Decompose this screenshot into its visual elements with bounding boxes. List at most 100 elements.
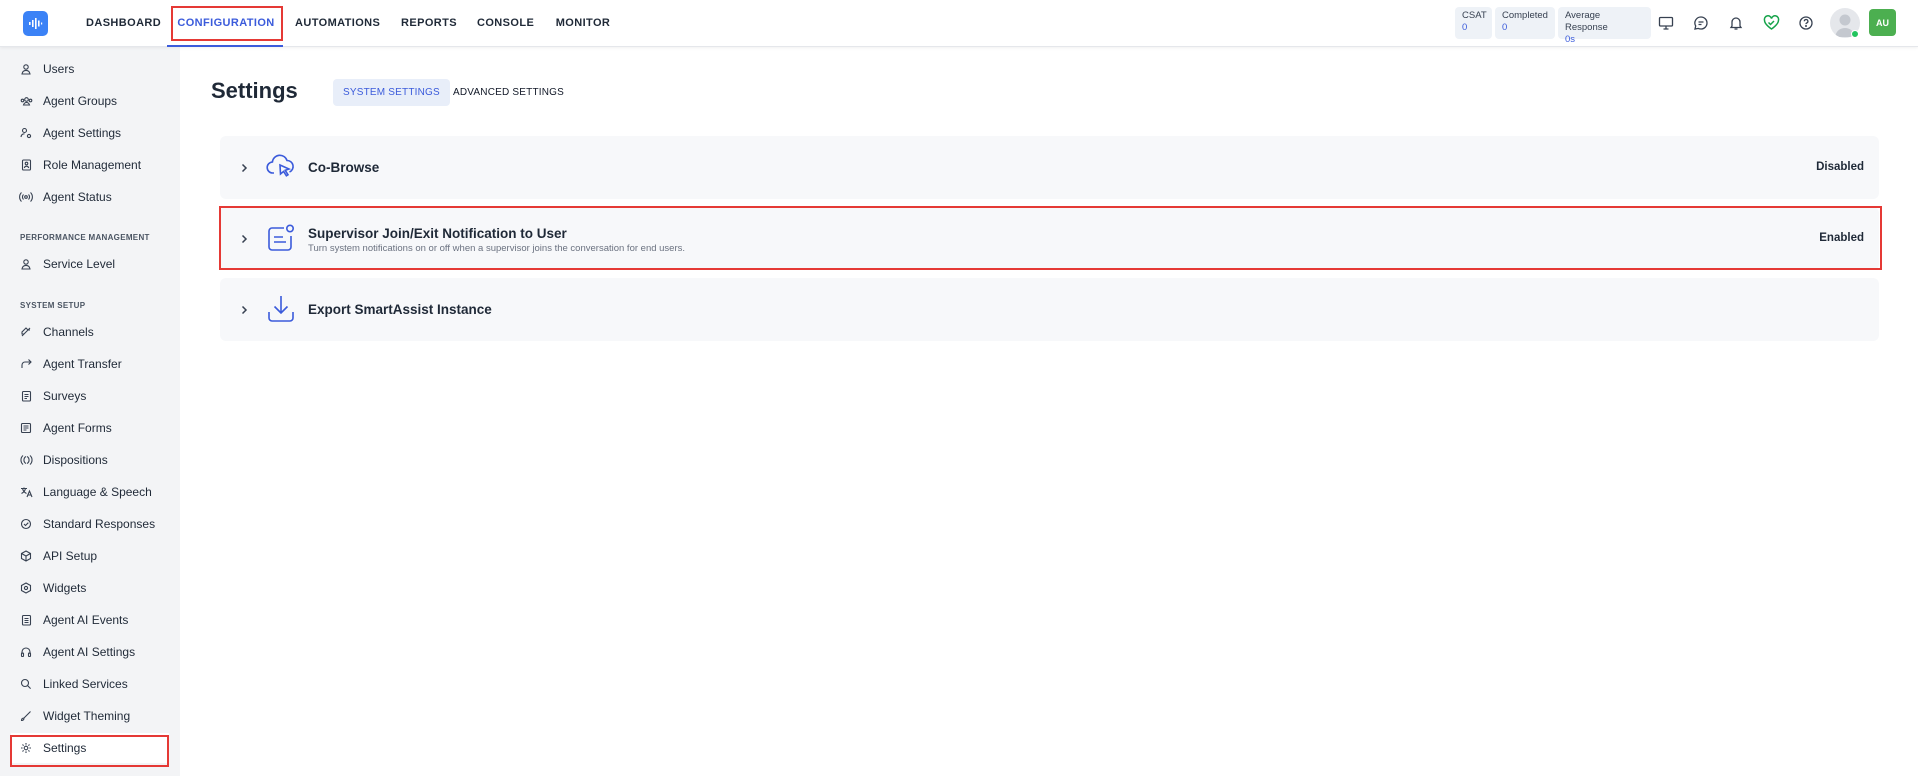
stat-average-response-label: Average Response bbox=[1565, 10, 1608, 33]
standard-responses-icon bbox=[19, 517, 33, 531]
stat-completed-label: Completed bbox=[1502, 10, 1548, 21]
sidebar-item-label: Standard Responses bbox=[43, 517, 156, 531]
help-icon[interactable] bbox=[1795, 12, 1817, 34]
nav-console[interactable]: CONSOLE bbox=[477, 0, 534, 46]
online-status-dot bbox=[1851, 30, 1859, 38]
sidebar-item-channels[interactable]: Channels bbox=[11, 317, 169, 347]
users-icon bbox=[19, 62, 33, 76]
sidebar-item-service-level[interactable]: Service Level bbox=[11, 249, 169, 279]
settings-icon bbox=[19, 741, 33, 755]
agent-settings-icon bbox=[19, 126, 33, 140]
monitor-icon[interactable] bbox=[1655, 12, 1677, 34]
nav-active-underline bbox=[167, 45, 283, 47]
sidebar-item-label: Agent AI Settings bbox=[43, 645, 136, 659]
setting-card-export-instance[interactable]: Export SmartAssist Instance bbox=[220, 278, 1879, 341]
linked-services-icon bbox=[19, 677, 33, 691]
sidebar-item-role-management[interactable]: Role Management bbox=[11, 150, 169, 180]
nav-dashboard[interactable]: DASHBOARD bbox=[86, 0, 161, 46]
heart-check-icon[interactable] bbox=[1760, 12, 1782, 34]
sidebar-item-label: Dispositions bbox=[43, 453, 108, 467]
sidebar-item-label: Linked Services bbox=[43, 677, 128, 691]
channels-icon bbox=[19, 325, 33, 339]
setting-status: Enabled bbox=[1819, 232, 1864, 244]
sidebar-item-label: Surveys bbox=[43, 389, 87, 403]
sidebar-item-linked-services[interactable]: Linked Services bbox=[11, 669, 169, 699]
sidebar-item-label: Users bbox=[43, 62, 75, 76]
setting-title: Export SmartAssist Instance bbox=[308, 302, 492, 317]
stat-csat: CSAT 0 bbox=[1455, 7, 1492, 39]
sidebar-item-label: Service Level bbox=[43, 257, 116, 271]
setting-card-co-browse[interactable]: Co-Browse Disabled bbox=[220, 136, 1879, 199]
sidebar-item-standard-responses[interactable]: Standard Responses bbox=[11, 509, 169, 539]
nav-reports[interactable]: REPORTS bbox=[400, 0, 458, 46]
sidebar-item-agent-forms[interactable]: Agent Forms bbox=[11, 413, 169, 443]
chat-icon[interactable] bbox=[1690, 12, 1712, 34]
logo-icon bbox=[29, 18, 43, 29]
sidebar-item-label: Settings bbox=[43, 741, 87, 755]
sidebar-item-agent-ai-events[interactable]: Agent AI Events bbox=[11, 605, 169, 635]
chevron-right-icon[interactable] bbox=[238, 162, 250, 174]
chevron-right-icon[interactable] bbox=[238, 304, 250, 316]
app-logo[interactable] bbox=[23, 11, 48, 36]
section-performance-management: PERFORMANCE MANAGEMENT bbox=[20, 233, 150, 242]
sidebar-item-label: Channels bbox=[43, 325, 94, 339]
stat-csat-value: 0 bbox=[1462, 22, 1468, 33]
sidebar-item-label: Agent Settings bbox=[43, 126, 122, 140]
agent-ai-events-icon bbox=[19, 613, 33, 627]
widget-theming-icon bbox=[19, 709, 33, 723]
sidebar-item-label: Role Management bbox=[43, 158, 142, 172]
tab-system-settings[interactable]: SYSTEM SETTINGS bbox=[333, 79, 450, 106]
service-level-icon bbox=[19, 257, 33, 271]
sidebar-item-agent-transfer[interactable]: Agent Transfer bbox=[11, 349, 169, 379]
sidebar-item-users[interactable]: Users bbox=[11, 54, 169, 84]
agent-groups-icon bbox=[19, 94, 33, 108]
sidebar-item-dispositions[interactable]: Dispositions bbox=[11, 445, 169, 475]
chevron-right-icon[interactable] bbox=[238, 233, 250, 245]
sidebar-item-agent-status[interactable]: Agent Status bbox=[11, 182, 169, 212]
sidebar-item-api-setup[interactable]: API Setup bbox=[11, 541, 169, 571]
sidebar-item-label: API Setup bbox=[43, 549, 98, 563]
sidebar-item-widgets[interactable]: Widgets bbox=[11, 573, 169, 603]
role-management-icon bbox=[19, 158, 33, 172]
dispositions-icon bbox=[19, 453, 33, 467]
agent-status-icon bbox=[19, 190, 33, 204]
widgets-icon bbox=[19, 581, 33, 595]
setting-status: Disabled bbox=[1816, 161, 1864, 173]
agent-ai-settings-icon bbox=[19, 645, 33, 659]
sidebar-item-label: Widgets bbox=[43, 581, 87, 595]
sidebar-item-label: Widget Theming bbox=[43, 709, 131, 723]
setting-card-supervisor-notification[interactable]: Supervisor Join/Exit Notification to Use… bbox=[220, 207, 1879, 270]
sidebar-item-agent-groups[interactable]: Agent Groups bbox=[11, 86, 169, 116]
nav-monitor[interactable]: MONITOR bbox=[554, 0, 612, 46]
sidebar-item-agent-ai-settings[interactable]: Agent AI Settings bbox=[11, 637, 169, 667]
notification-card-icon bbox=[268, 224, 294, 251]
nav-automations[interactable]: AUTOMATIONS bbox=[295, 0, 380, 46]
sidebar-item-label: Agent Forms bbox=[43, 421, 112, 435]
sidebar-item-widget-theming[interactable]: Widget Theming bbox=[11, 701, 169, 731]
nav-configuration[interactable]: CONFIGURATION bbox=[176, 0, 276, 46]
setting-title: Supervisor Join/Exit Notification to Use… bbox=[308, 226, 567, 241]
sidebar-item-label: Agent Transfer bbox=[43, 357, 122, 371]
stat-completed: Completed 0 bbox=[1495, 7, 1555, 39]
sidebar-item-settings[interactable]: Settings bbox=[11, 733, 169, 763]
page-title: Settings bbox=[211, 78, 298, 103]
download-icon bbox=[268, 296, 294, 322]
setting-description: Turn system notifications on or off when… bbox=[308, 243, 686, 254]
stat-average-response-value: 0s bbox=[1565, 34, 1576, 45]
sidebar-item-agent-settings[interactable]: Agent Settings bbox=[11, 118, 169, 148]
language-icon bbox=[19, 485, 33, 499]
user-initials-badge[interactable]: AU bbox=[1869, 9, 1896, 36]
stat-completed-value: 0 bbox=[1502, 22, 1508, 33]
sidebar-item-surveys[interactable]: Surveys bbox=[11, 381, 169, 411]
stat-csat-label: CSAT bbox=[1462, 10, 1487, 21]
sidebar-item-language-speech[interactable]: Language & Speech bbox=[11, 477, 169, 507]
sidebar: Users Agent Groups Agent Settings Role M… bbox=[0, 47, 180, 776]
sidebar-item-label: Agent Status bbox=[43, 190, 112, 204]
sidebar-item-label: Agent Groups bbox=[43, 94, 118, 108]
tab-advanced-settings[interactable]: ADVANCED SETTINGS bbox=[443, 79, 574, 106]
sidebar-item-label: Language & Speech bbox=[43, 485, 152, 499]
bell-icon[interactable] bbox=[1725, 12, 1747, 34]
agent-transfer-icon bbox=[19, 357, 33, 371]
cloud-cursor-icon bbox=[266, 154, 294, 177]
top-navigation-bar: DASHBOARD CONFIGURATION AUTOMATIONS REPO… bbox=[0, 0, 1918, 47]
